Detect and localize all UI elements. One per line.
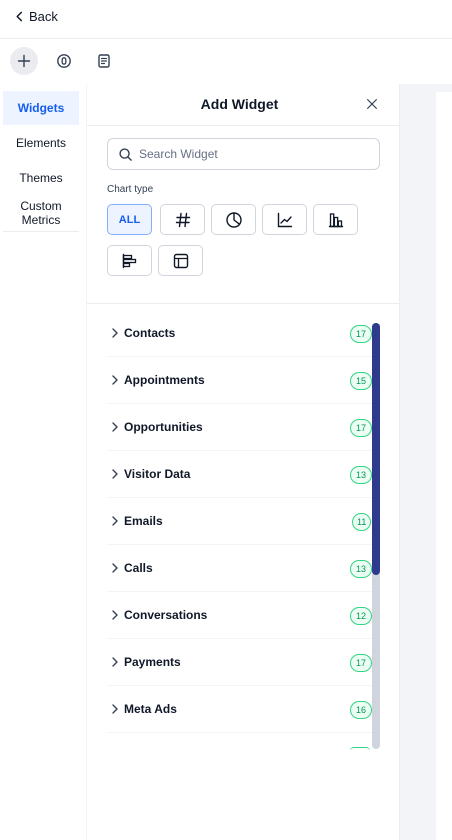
- editor-toolbar: [0, 39, 452, 83]
- close-panel-button[interactable]: [364, 96, 380, 112]
- category-label: Contacts: [124, 326, 176, 340]
- chevron-right-icon: [112, 610, 118, 620]
- category-label: Opportunities: [124, 420, 203, 434]
- number-icon: [175, 212, 190, 227]
- pie-chart-icon: [225, 211, 242, 228]
- count-badge: 17: [350, 419, 372, 437]
- sidebar-item-themes[interactable]: Themes: [3, 161, 79, 195]
- widget-icon: [57, 54, 71, 68]
- chevron-right-icon: [112, 516, 118, 526]
- chart-type-label: Chart type: [107, 184, 154, 195]
- category-label: Conversations: [124, 608, 208, 622]
- category-label: Emails: [124, 514, 163, 528]
- widget-category-list: Contacts 17 Appointments 15 Opportunitie…: [107, 310, 372, 748]
- chart-type-all-chip[interactable]: ALL: [107, 204, 152, 235]
- sidebar-item-label: Custom Metrics: [20, 199, 62, 227]
- category-row-emails[interactable]: Emails 11: [107, 498, 372, 545]
- bar-chart-icon: [328, 212, 343, 227]
- widget-settings-button[interactable]: [50, 47, 78, 75]
- sidebar-item-widgets[interactable]: Widgets: [3, 91, 79, 125]
- sidebar-item-label: Widgets: [17, 101, 65, 115]
- count-badge: 17: [350, 325, 372, 343]
- canvas-sheet: [436, 92, 452, 840]
- sidebar-item-label: Elements: [15, 136, 67, 150]
- chart-type-table-chip[interactable]: [158, 245, 203, 276]
- chart-type-horizontal-bar-chip[interactable]: [107, 245, 152, 276]
- scrollbar-thumb[interactable]: [372, 323, 380, 575]
- add-widget-panel: Add Widget Chart type ALL Contacts 17: [86, 84, 400, 840]
- count-badge: 12: [350, 607, 372, 625]
- panel-title: Add Widget: [200, 96, 279, 112]
- search-field[interactable]: [107, 138, 380, 170]
- category-label: Appointments: [124, 373, 205, 387]
- notes-button[interactable]: [90, 47, 118, 75]
- category-row-meta-ads[interactable]: Meta Ads 16: [107, 686, 372, 733]
- category-row-payments[interactable]: Payments 17: [107, 639, 372, 686]
- count-badge: 17: [350, 654, 372, 672]
- chart-type-number-chip[interactable]: [160, 204, 205, 235]
- horizontal-bar-chart-icon: [122, 253, 136, 268]
- count-badge: 13: [350, 466, 372, 484]
- chevron-left-icon: [16, 11, 23, 21]
- count-badge: 11: [352, 513, 372, 531]
- category-row-visitor-data[interactable]: Visitor Data 13: [107, 451, 372, 498]
- category-label: Payments: [124, 655, 181, 669]
- plus-icon: [17, 54, 31, 68]
- close-icon: [367, 99, 377, 109]
- filters-divider: [87, 303, 400, 304]
- chevron-right-icon: [112, 328, 118, 338]
- chevron-right-icon: [112, 375, 118, 385]
- back-button[interactable]: Back: [14, 8, 58, 24]
- chevron-right-icon: [112, 422, 118, 432]
- count-badge-partial: [350, 747, 370, 751]
- category-label: Visitor Data: [124, 467, 191, 481]
- sidebar-item-elements[interactable]: Elements: [3, 126, 79, 160]
- nav-divider: [3, 231, 79, 232]
- category-row-opportunities[interactable]: Opportunities 17: [107, 404, 372, 451]
- add-widget-button[interactable]: [10, 47, 38, 75]
- category-row-calls[interactable]: Calls 13: [107, 545, 372, 592]
- count-badge: 13: [350, 560, 372, 578]
- count-badge: 16: [350, 701, 372, 719]
- chevron-right-icon: [112, 704, 118, 714]
- left-nav: Widgets Elements Themes Custom Metrics: [0, 88, 84, 840]
- category-row-appointments[interactable]: Appointments 15: [107, 357, 372, 404]
- chart-type-line-chip[interactable]: [262, 204, 307, 235]
- chart-type-pie-chip[interactable]: [211, 204, 256, 235]
- search-icon: [119, 147, 132, 161]
- chevron-right-icon: [112, 469, 118, 479]
- sidebar-item-custom-metrics[interactable]: Custom Metrics: [3, 196, 79, 230]
- sidebar-item-label: Themes: [19, 171, 63, 185]
- category-row-contacts[interactable]: Contacts 17: [107, 310, 372, 357]
- table-icon: [173, 253, 188, 268]
- top-bar: Back: [0, 0, 452, 39]
- chevron-right-icon: [112, 657, 118, 667]
- back-label: Back: [29, 8, 58, 24]
- panel-divider: [87, 125, 400, 126]
- category-label: Calls: [124, 561, 153, 575]
- category-label: Meta Ads: [124, 702, 177, 716]
- dashboard-canvas: [399, 84, 452, 840]
- line-chart-icon: [277, 212, 292, 227]
- category-row-conversations[interactable]: Conversations 12: [107, 592, 372, 639]
- chevron-right-icon: [112, 563, 118, 573]
- search-input[interactable]: [139, 147, 359, 161]
- chip-label: ALL: [118, 213, 141, 226]
- chart-type-bar-chip[interactable]: [313, 204, 358, 235]
- count-badge: 15: [350, 372, 372, 390]
- notes-icon: [98, 54, 110, 68]
